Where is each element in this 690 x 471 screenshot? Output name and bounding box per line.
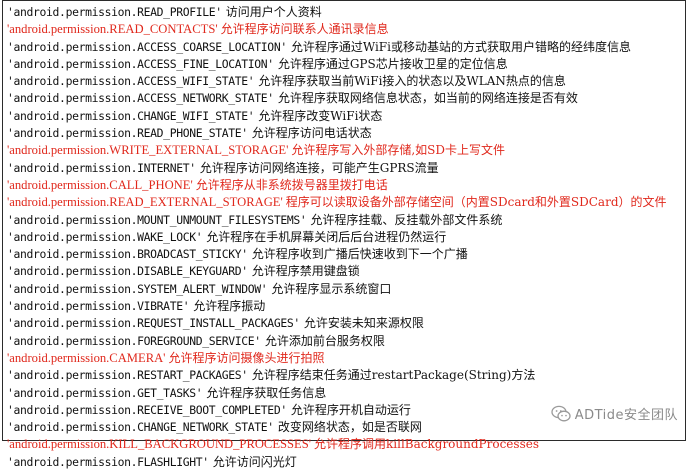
permission-description: 允许程序获取当前WiFi接入的状态以及WLAN热点的信息 [258,74,566,89]
permission-line: 'android.permission.FOREGROUND_SERVICE' 允… [7,333,683,350]
permission-name: 'android.permission.READ_CONTACTS' [7,22,218,37]
permission-name: 'android.permission.CHANGE_WIFI_STATE' [7,108,255,123]
permission-description: 允许程序在手机屏幕关闭后后台进程仍然运行 [206,229,447,244]
permission-name: 'android.permission.ACCESS_FINE_LOCATION… [7,56,274,71]
permission-name: 'android.permission.INTERNET' [7,160,196,175]
permission-line: 'android.permission.READ_EXTERNAL_STORAG… [7,194,683,211]
permission-description: 允许添加前台服务权限 [264,333,385,348]
permission-list-frame: 'android.permission.READ_PROFILE' 访问用户个人资… [2,0,686,469]
permission-description: 允许程序访问电话状态 [251,126,372,141]
permission-name: 'android.permission.KILL_BACKGROUND_PROC… [7,437,312,452]
permission-name: 'android.permission.WRITE_EXTERNAL_STORA… [7,143,289,158]
permission-name: 'android.permission.ACCESS_WIFI_STATE' [7,74,255,89]
permission-line: 'android.permission.CALL_PHONE' 允许程序从非系统拨… [7,177,683,194]
permission-description: 允许程序调用killBackgroundProcesses [314,437,539,452]
permission-line: 'android.permission.ACCESS_WIFI_STATE' 允许… [7,73,683,90]
permission-line: 'android.permission.WRITE_EXTERNAL_STORA… [7,142,683,159]
permission-name: 'android.permission.READ_EXTERNAL_STORAG… [7,195,283,210]
permission-description: 允许程序通过GPS芯片接收卫星的定位信息 [277,56,508,71]
permission-name: 'android.permission.ACCESS_NETWORK_STATE… [7,91,274,106]
permission-name: 'android.permission.MOUNT_UNMOUNT_FILESY… [7,212,307,227]
permission-line: 'android.permission.RESTART_PACKAGES' 允许程… [7,367,683,384]
permission-name: 'android.permission.CALL_PHONE' [7,177,193,192]
permission-description: 改变网络状态，如是否联网 [277,420,422,435]
permission-description: 允许程序改变WiFi状态 [258,108,383,123]
permission-description: 允许程序开机自动运行 [290,402,411,417]
permission-line: 'android.permission.KILL_BACKGROUND_PROC… [7,436,683,453]
permission-description: 允许程序振动 [193,299,266,314]
permission-description: 允许程序通过WiFi或移动基站的方式获取用户错略的经纬度信息 [290,39,631,54]
permission-line: 'android.permission.REQUEST_INSTALL_PACK… [7,315,683,332]
permission-name: 'android.permission.DISABLE_KEYGUARD' [7,264,248,279]
permission-description: 访问用户个人资料 [225,5,322,19]
permission-name: 'android.permission.SYSTEM_ALERT_WINDOW' [7,281,268,296]
permission-name: 'android.permission.CAMERA' [7,350,166,365]
permission-list: 'android.permission.READ_PROFILE' 访问用户个人资… [7,4,683,471]
permission-line: 'android.permission.ACCESS_FINE_LOCATION… [7,56,683,73]
permission-line: 'android.permission.SYSTEM_ALERT_WINDOW'… [7,281,683,298]
permission-description: 允许程序获取网络信息状态，如当前的网络连接是否有效 [277,91,578,106]
permission-description: 允许安装未知来源权限 [303,316,424,331]
permission-name: 'android.permission.CHANGE_NETWORK_STATE… [7,420,274,435]
permission-description: 允许程序挂载、反挂载外部文件系统 [310,212,503,227]
permission-description: 允许程序显示系统窗口 [271,281,392,296]
permission-name: 'android.permission.FLASHLIGHT' [7,454,209,469]
permission-line: 'android.permission.ACCESS_NETWORK_STATE… [7,90,683,107]
permission-name: 'android.permission.VIBRATE' [7,299,190,314]
permission-line: 'android.permission.MOUNT_UNMOUNT_FILESY… [7,212,683,229]
permission-line: 'android.permission.READ_PROFILE' 访问用户个人资… [7,4,683,21]
permission-name: 'android.permission.RECEIVE_BOOT_COMPLET… [7,402,287,417]
permission-line: 'android.permission.GET_TASKS' 允许程序获取任务信息 [7,385,683,402]
permission-line: 'android.permission.BROADCAST_STICKY' 允许程… [7,246,683,263]
permission-name: 'android.permission.REQUEST_INSTALL_PACK… [7,316,300,331]
permission-line: 'android.permission.DISABLE_KEYGUARD' 允许程… [7,263,683,280]
permission-name: 'android.permission.READ_PROFILE' [7,5,222,19]
permission-name: 'android.permission.GET_TASKS' [7,385,203,400]
permission-description: 允许程序禁用键盘锁 [251,264,360,279]
permission-line: 'android.permission.INTERNET' 允许程序访问网络连接，… [7,160,683,177]
permission-description: 允许程序从非系统拨号器里拨打电话 [195,177,388,192]
permission-line: 'android.permission.WAKE_LOCK' 允许程序在手机屏幕关… [7,229,683,246]
permission-line: 'android.permission.READ_CONTACTS' 允许程序访问… [7,21,683,38]
permission-name: 'android.permission.FOREGROUND_SERVICE' [7,333,261,348]
wechat-icon [551,405,571,423]
permission-line: 'android.permission.FLASHLIGHT' 允许访问闪光灯 [7,454,683,471]
permission-description: 允许程序访问摄像头进行拍照 [168,350,325,365]
permission-description: 程序可以读取设备外部存储空间（内置SDcard和外置SDCard）的文件 [285,195,667,210]
permission-line: 'android.permission.CAMERA' 允许程序访问摄像头进行拍照 [7,350,683,367]
permission-description: 允许访问闪光灯 [212,454,297,469]
permission-line: 'android.permission.CHANGE_WIFI_STATE' 允许… [7,108,683,125]
watermark: ADTide安全团队 [548,404,680,423]
permission-line: 'android.permission.VIBRATE' 允许程序振动 [7,298,683,315]
permission-description: 允许程序收到广播后快速收到下一个广播 [251,247,468,262]
permission-name: 'android.permission.ACCESS_COARSE_LOCATI… [7,39,287,54]
permission-description: 允许程序访问联系人通讯录信息 [220,22,389,37]
permission-description: 允许程序结束任务通过restartPackage(String)方法 [251,368,536,383]
watermark-text: ADTide安全团队 [574,408,678,423]
permission-description: 允许程序写入外部存储,如SD卡上写文件 [291,143,506,158]
permission-name: 'android.permission.READ_PHONE_STATE' [7,126,248,141]
permission-description: 允许程序获取任务信息 [206,385,327,400]
permission-name: 'android.permission.BROADCAST_STICKY' [7,247,248,262]
permission-line: 'android.permission.ACCESS_COARSE_LOCATI… [7,39,683,56]
permission-description: 允许程序访问网络连接，可能产生GPRS流量 [199,160,439,175]
permission-name: 'android.permission.RESTART_PACKAGES' [7,368,248,383]
permission-name: 'android.permission.WAKE_LOCK' [7,229,203,244]
permission-line: 'android.permission.READ_PHONE_STATE' 允许程… [7,125,683,142]
